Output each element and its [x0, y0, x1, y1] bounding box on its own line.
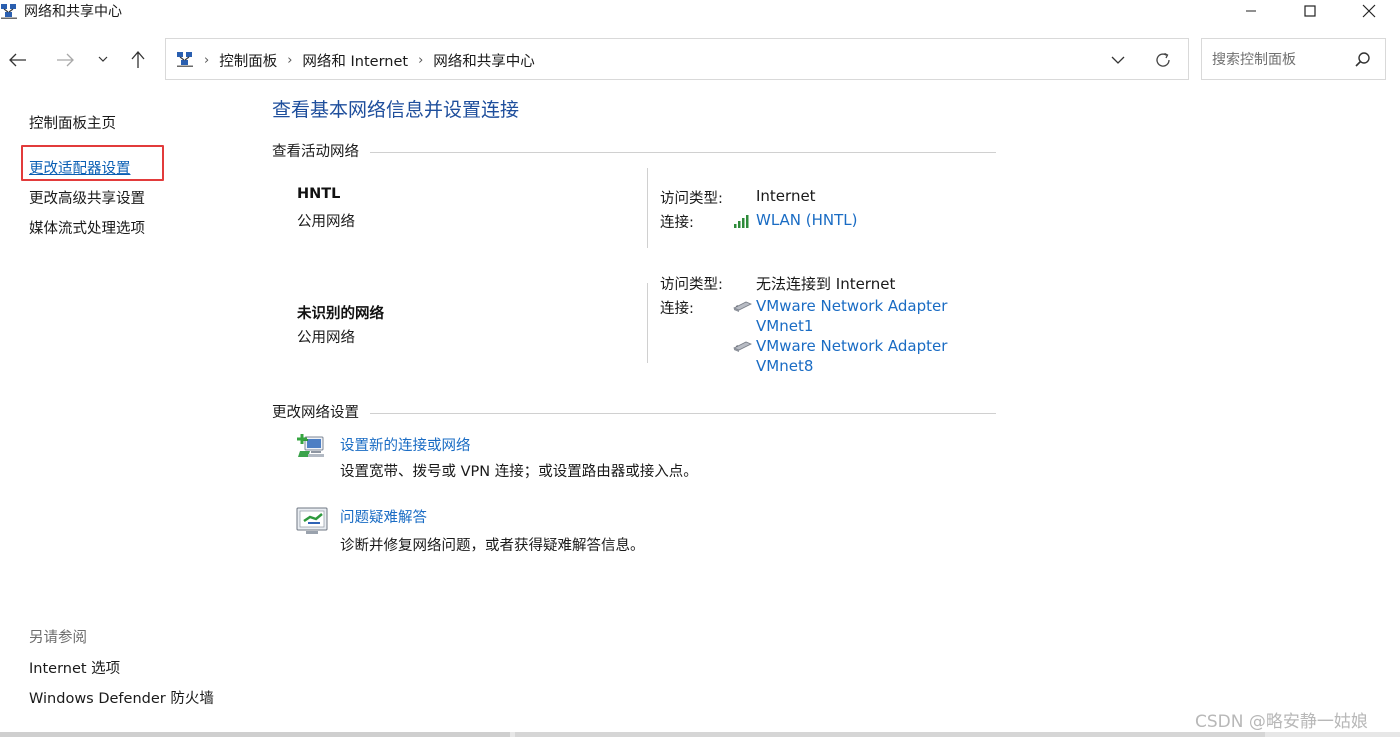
arrow-right-icon [57, 53, 74, 67]
breadcrumb-network-internet[interactable]: 网络和 Internet [302, 50, 408, 71]
maximize-button[interactable] [1287, 0, 1333, 22]
access-type-label: 访问类型: [660, 277, 723, 293]
network-sharing-center-window: 网络和共享中心 › 控制面板 › 网络和 Internet › 网络和共享中心 … [0, 0, 1400, 737]
arrow-up-icon [131, 51, 145, 68]
chevron-right-icon[interactable]: › [204, 53, 209, 68]
search-input[interactable] [1210, 49, 1354, 71]
search-icon[interactable] [1354, 51, 1372, 69]
access-type-value: 无法连接到 Internet [756, 275, 896, 293]
network-icon [1, 4, 17, 19]
change-network-settings-header: 更改网络设置 [272, 405, 359, 421]
connection-label: 连接: [660, 215, 694, 231]
breadcrumb-control-panel[interactable]: 控制面板 [219, 50, 277, 71]
refresh-icon [1156, 52, 1170, 67]
access-type-value: Internet [756, 187, 816, 205]
refresh-button[interactable] [1153, 50, 1173, 70]
new-connection-icon [297, 434, 324, 457]
forward-button[interactable] [51, 46, 79, 74]
address-dropdown-button[interactable] [1109, 51, 1127, 69]
see-also-title: 另请参阅 [29, 630, 87, 646]
change-advanced-sharing-link[interactable]: 更改高级共享设置 [29, 187, 145, 208]
divider [647, 283, 648, 363]
back-button[interactable] [4, 46, 32, 74]
up-button[interactable] [124, 46, 152, 74]
divider [370, 413, 996, 414]
active-networks-header: 查看活动网络 [272, 144, 359, 160]
network-adapter-icon [733, 301, 752, 312]
connection-label: 连接: [660, 301, 694, 317]
divider [370, 152, 996, 153]
setup-new-connection-desc: 设置宽带、拨号或 VPN 连接；或设置路由器或接入点。 [340, 464, 698, 480]
close-button[interactable] [1346, 0, 1392, 22]
minimize-button[interactable] [1228, 0, 1274, 22]
watermark: CSDN @略安静一姑娘 [1195, 712, 1368, 732]
network-type: 公用网络 [297, 330, 355, 346]
network-name: HNTL [297, 186, 341, 202]
vmnet8-connection-link-line2[interactable]: VMnet8 [756, 357, 813, 375]
internet-options-link[interactable]: Internet 选项 [29, 657, 120, 678]
divider [647, 168, 648, 248]
bottom-strip-segment [0, 732, 510, 737]
breadcrumb: › 控制面板 › 网络和 Internet › 网络和共享中心 [204, 50, 535, 71]
troubleshoot-link[interactable]: 问题疑难解答 [340, 506, 427, 527]
network-icon [177, 52, 193, 67]
network-name: 未识别的网络 [297, 306, 384, 322]
wifi-signal-icon [734, 215, 749, 228]
troubleshoot-desc: 诊断并修复网络问题，或者获得疑难解答信息。 [340, 538, 645, 554]
address-bar[interactable]: › 控制面板 › 网络和 Internet › 网络和共享中心 [165, 38, 1189, 80]
media-streaming-options-link[interactable]: 媒体流式处理选项 [29, 217, 145, 238]
title-bar: 网络和共享中心 [0, 0, 1400, 22]
bottom-strip-segment [515, 732, 1265, 737]
change-adapter-settings-link[interactable]: 更改适配器设置 [29, 157, 131, 178]
control-panel-home-link[interactable]: 控制面板主页 [29, 112, 116, 133]
chevron-down-icon [1111, 56, 1125, 64]
breadcrumb-network-sharing-center[interactable]: 网络和共享中心 [433, 50, 535, 71]
search-box [1201, 38, 1386, 80]
network-adapter-icon [733, 341, 752, 352]
chevron-right-icon[interactable]: › [287, 53, 292, 68]
wlan-connection-link[interactable]: WLAN (HNTL) [756, 211, 858, 229]
chevron-right-icon[interactable]: › [418, 53, 423, 68]
vmnet1-connection-link-line2[interactable]: VMnet1 [756, 317, 813, 335]
window-title: 网络和共享中心 [24, 4, 122, 20]
vmnet1-connection-link[interactable]: VMware Network Adapter [756, 297, 947, 315]
windows-defender-firewall-link[interactable]: Windows Defender 防火墙 [29, 687, 214, 708]
setup-new-connection-link[interactable]: 设置新的连接或网络 [340, 434, 471, 455]
network-type: 公用网络 [297, 214, 355, 230]
page-title: 查看基本网络信息并设置连接 [272, 99, 520, 121]
close-icon [1362, 4, 1376, 18]
bottom-strip [0, 732, 1400, 737]
chevron-down-icon [98, 56, 108, 62]
arrow-left-icon [9, 53, 26, 67]
vmnet8-connection-link[interactable]: VMware Network Adapter [756, 337, 947, 355]
troubleshoot-icon [296, 507, 328, 534]
minimize-icon [1246, 10, 1256, 12]
recent-locations-button[interactable] [89, 46, 117, 74]
access-type-label: 访问类型: [660, 191, 723, 207]
maximize-icon [1304, 5, 1316, 17]
